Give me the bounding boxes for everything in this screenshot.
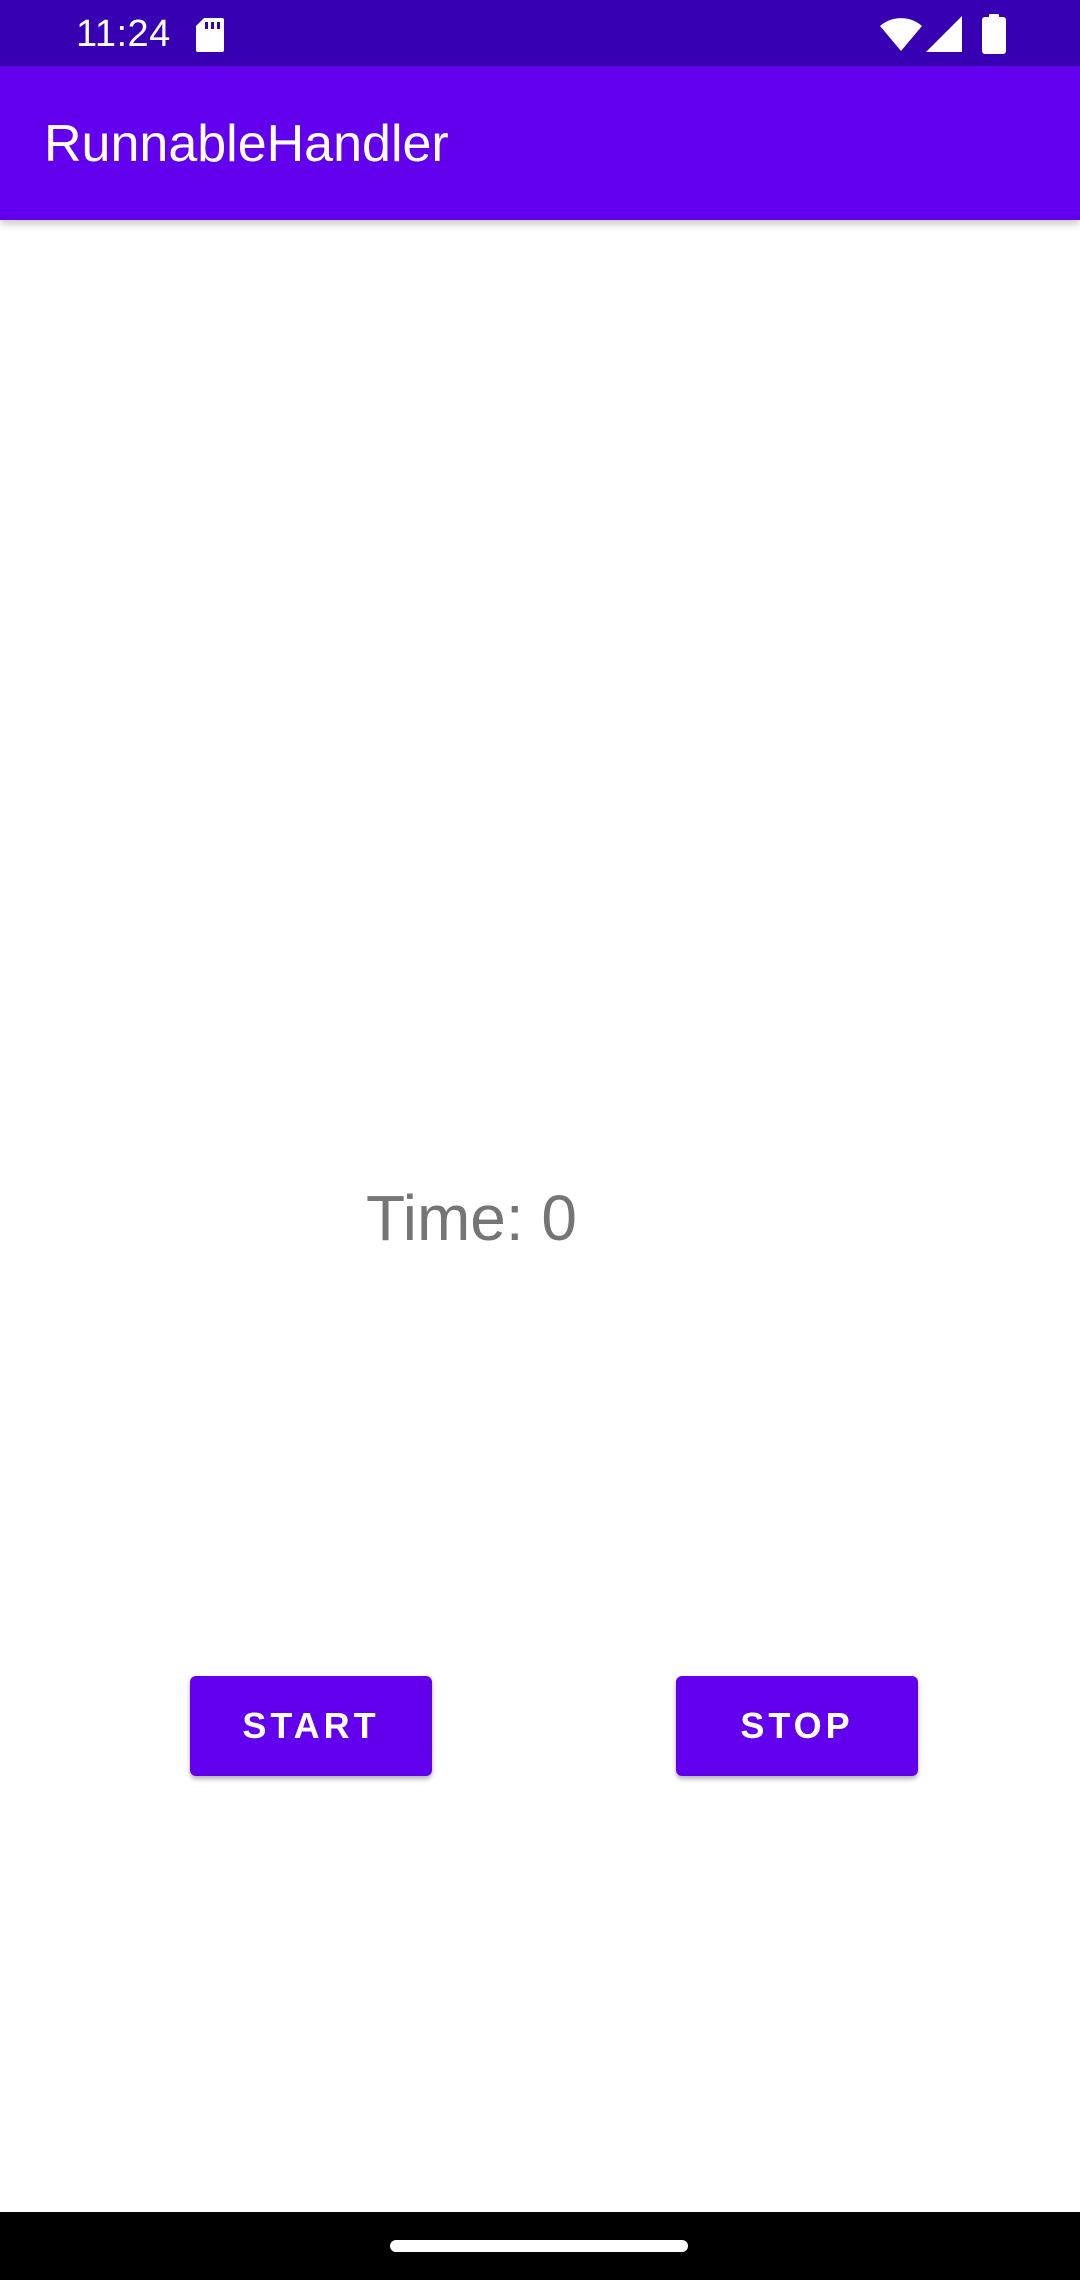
app-title: RunnableHandler	[44, 115, 449, 173]
time-label: Time: 0	[366, 1182, 577, 1254]
status-time: 11:24	[76, 13, 171, 55]
status-bar: 11:24	[0, 0, 1080, 66]
battery-icon	[982, 14, 1006, 54]
main-content: Time: 0 START STOP	[0, 220, 1080, 2212]
home-gesture-handle[interactable]	[390, 2240, 688, 2252]
navigation-bar	[0, 2212, 1080, 2280]
stop-button[interactable]: STOP	[676, 1676, 918, 1776]
wifi-icon	[880, 18, 922, 52]
signal-icon	[926, 16, 962, 52]
app-bar: RunnableHandler	[0, 66, 1080, 220]
start-button[interactable]: START	[190, 1676, 432, 1776]
app-screen: 11:24 RunnableHandler Time: 0 START STOP	[0, 0, 1080, 2280]
sd-card-icon	[196, 18, 224, 52]
